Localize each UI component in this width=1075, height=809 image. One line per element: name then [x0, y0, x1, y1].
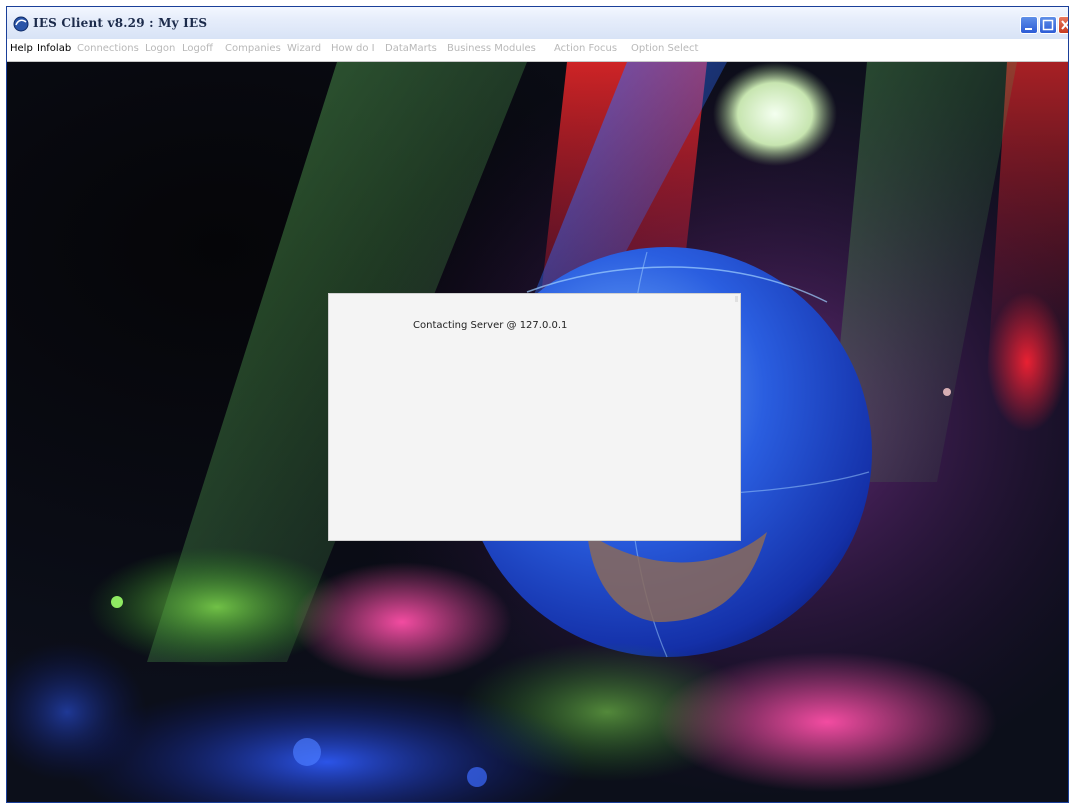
minimize-icon	[1025, 28, 1032, 30]
menu-business-modules[interactable]: Business Modules	[447, 43, 536, 54]
menu-how-do-i[interactable]: How do I	[331, 43, 375, 54]
close-icon	[1061, 20, 1068, 30]
menu-datamarts[interactable]: DataMarts	[385, 43, 437, 54]
menu-companies[interactable]: Companies	[225, 43, 281, 54]
minimize-button[interactable]	[1020, 16, 1038, 34]
app-window: IES Client v8.29 : My IES Help Infolab C…	[6, 6, 1069, 803]
close-button[interactable]	[1058, 16, 1068, 34]
background-area: Contacting Server @ 127.0.0.1	[7, 62, 1068, 802]
menu-wizard[interactable]: Wizard	[287, 43, 321, 54]
app-icon	[13, 16, 29, 32]
connecting-dialog: Contacting Server @ 127.0.0.1	[328, 293, 741, 541]
menu-bar: Help Infolab Connections Logon Logoff Co…	[7, 39, 1068, 62]
menu-logoff[interactable]: Logoff	[182, 43, 213, 54]
menu-option-select[interactable]: Option Select	[631, 43, 698, 54]
menu-logon[interactable]: Logon	[145, 43, 175, 54]
title-bar[interactable]: IES Client v8.29 : My IES	[7, 7, 1068, 40]
menu-infolab[interactable]: Infolab	[37, 43, 71, 54]
maximize-icon	[1042, 19, 1054, 31]
window-title: IES Client v8.29 : My IES	[33, 16, 208, 30]
status-message: Contacting Server @ 127.0.0.1	[413, 320, 568, 331]
menu-connections[interactable]: Connections	[77, 43, 139, 54]
menu-action-focus[interactable]: Action Focus	[554, 43, 617, 54]
menu-help[interactable]: Help	[10, 43, 33, 54]
dialog-corner-mark	[735, 296, 738, 302]
maximize-button[interactable]	[1039, 16, 1057, 34]
